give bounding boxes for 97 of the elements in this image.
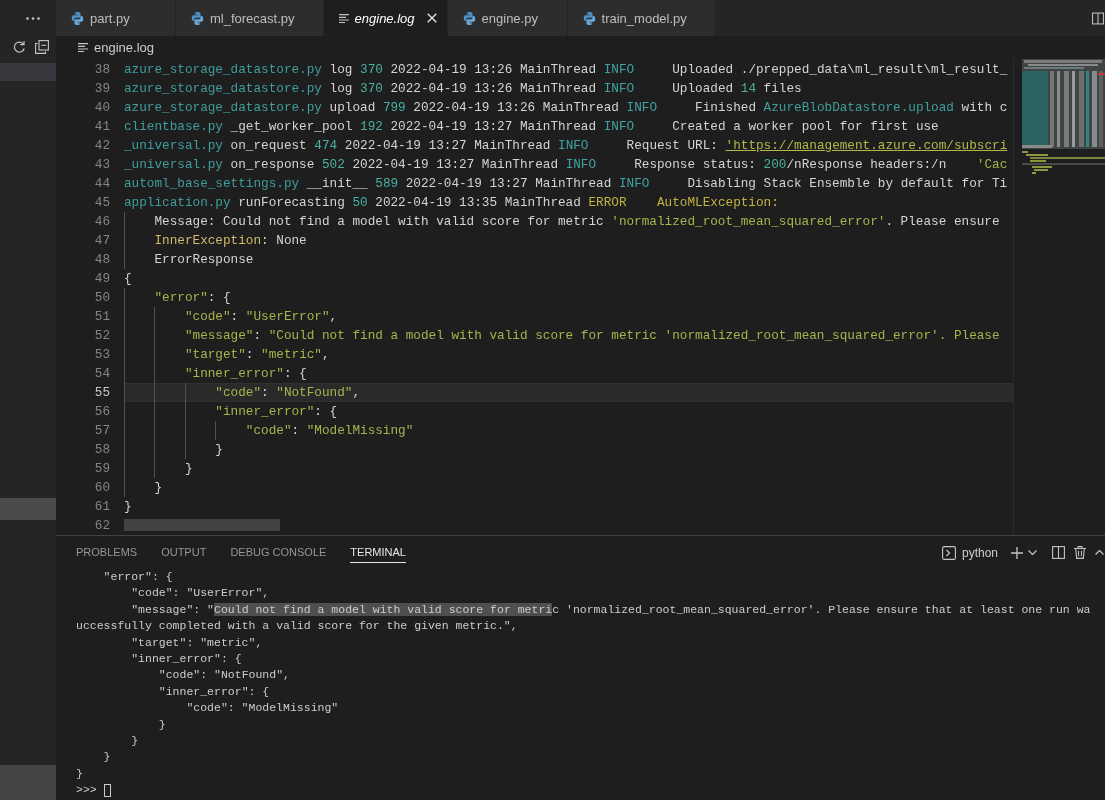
line-number: 52: [93, 327, 111, 345]
line-number: 49: [93, 270, 111, 288]
python-file-icon: [462, 11, 476, 25]
python-file-icon: [582, 11, 596, 25]
row-highlight: [0, 498, 56, 520]
line-number: 59: [93, 460, 111, 478]
code-line: "code": "ModelMissing": [245, 422, 414, 440]
text-lines-icon: [78, 42, 88, 52]
breadcrumb-item[interactable]: engine.log: [94, 39, 154, 55]
line-number: 61: [93, 498, 111, 516]
chevron-down-icon[interactable]: [1028, 550, 1037, 555]
editor-tab[interactable]: engine.log: [323, 0, 448, 36]
line-number: 39: [93, 80, 111, 98]
cursor-icon: [103, 783, 111, 797]
line-number: 43: [93, 156, 111, 174]
terminal-line: }: [131, 732, 139, 749]
refresh-icon[interactable]: [12, 39, 26, 54]
panel-tab[interactable]: OUTPUT: [161, 542, 207, 563]
editor-tab[interactable]: engine.py: [447, 0, 568, 36]
editor-tab[interactable]: part.py: [56, 0, 176, 36]
terminal-line: }: [158, 716, 166, 733]
code-line: automl_base_settings.py __init__ 589 2022-04-19 13:27 MainThread INFO Disabling Stack Ensemble by default for Ti: [124, 175, 1008, 193]
line-number: 58: [93, 441, 111, 459]
line-number: 40: [93, 99, 111, 117]
row-highlight: [0, 63, 56, 81]
terminal-line: "inner_error": {: [131, 650, 242, 667]
line-number: 47: [93, 232, 111, 250]
terminal-line: "code": "ModelMissing": [186, 700, 339, 717]
line-number: 53: [93, 346, 111, 364]
line-number: 44: [93, 175, 111, 193]
terminal-dropdown[interactable]: python: [941, 545, 998, 560]
row-highlight: [0, 765, 56, 800]
code-line: }: [215, 441, 223, 459]
scrollbar-thumb[interactable]: [124, 519, 280, 531]
python-file-icon: [191, 11, 204, 25]
terminal-line: }: [76, 765, 83, 782]
split-editor-icon[interactable]: [1092, 11, 1104, 25]
code-line: "inner_error": {: [215, 403, 338, 421]
line-number: 42: [93, 137, 111, 155]
terminal-line: "code": "NotFound",: [158, 667, 290, 684]
line-number: 55: [93, 384, 111, 402]
terminal-line: "error": {: [103, 569, 173, 585]
code-line: clientbase.py _get_worker_pool 192 2022-04-19 13:27 MainThread INFO Created a worker pool for first use: [124, 118, 939, 136]
code-line: _universal.py on_request 474 2022-04-19 13:27 MainThread INFO Request URL: 'https://management.azure.com/subscri: [124, 137, 1008, 155]
code-line: InnerException: None: [154, 232, 307, 250]
trash-icon[interactable]: [1074, 546, 1086, 559]
terminal-line: "target": "metric",: [131, 634, 263, 651]
panel-tab[interactable]: PROBLEMS: [76, 542, 138, 563]
collapse-all-icon[interactable]: [35, 39, 49, 54]
close-icon[interactable]: [426, 13, 437, 23]
line-number: 45: [93, 194, 111, 212]
code-line: azure_storage_datastore.py log 370 2022-04-19 13:26 MainThread INFO Uploaded ./prepped_data\ml_result\ml_result_: [124, 61, 1008, 79]
line-number: 60: [93, 479, 111, 497]
code-line: }: [154, 479, 163, 497]
line-number: 50: [93, 289, 111, 307]
terminal-line: }: [103, 749, 111, 766]
terminal-line: "code": "UserError",: [131, 585, 270, 602]
code-line: "code": "UserError",: [184, 308, 338, 326]
terminal-line: uccessfully completed with a valid score for the given metric.",: [76, 618, 518, 635]
terminal-line: "message": "Could not find a model with valid score for metric 'normalized_root_mean_squared_error'. Please ensure that at least one run wa: [131, 601, 1091, 618]
line-number: 56: [93, 403, 111, 421]
terminal-line: "inner_error": {: [158, 683, 270, 700]
text-lines-icon: [338, 13, 349, 23]
code-line: "inner_error": {: [184, 365, 307, 383]
plus-icon[interactable]: [1011, 546, 1023, 559]
line-number: 38: [93, 61, 111, 79]
terminal-icon: [941, 545, 956, 560]
code-line: _universal.py on_response 502 2022-04-19 13:27 MainThread INFO Response status: 200/nResponse headers:/n 'Cac: [124, 156, 1008, 174]
python-file-icon: [71, 11, 84, 25]
terminal-prompt: >>>: [76, 782, 97, 799]
editor-tab[interactable]: ml_forecast.py: [176, 0, 324, 36]
code-line: azure_storage_datastore.py log 370 2022-04-19 13:26 MainThread INFO Uploaded 14 files: [124, 80, 802, 98]
code-line: "code": "NotFound",: [215, 384, 361, 402]
code-line: Message: Could not find a model with valid score for metric 'normalized_root_mean_squared_error'. Please ensure: [154, 213, 1000, 231]
line-number: 62: [93, 517, 111, 535]
line-number: 46: [93, 213, 111, 231]
line-number: 41: [93, 118, 111, 136]
code-line: "message": "Could not find a model with valid score for metric 'normalized_root_mean_squared_error'. Please: [184, 327, 1000, 345]
code-line: }: [184, 460, 193, 478]
code-line: ErrorResponse: [154, 251, 254, 269]
code-line: }: [124, 498, 132, 516]
line-number: 57: [93, 422, 111, 440]
line-number: 48: [93, 251, 111, 269]
line-number: 51: [93, 308, 111, 326]
line-number: 54: [93, 365, 111, 383]
code-line: application.py runForecasting 50 2022-04-19 13:35 MainThread ERROR AutoMLException:: [124, 194, 779, 212]
code-line: azure_storage_datastore.py upload 799 2022-04-19 13:26 MainThread INFO Finished AzureBlobDatastore.upload with c: [124, 99, 1008, 117]
panel-tab[interactable]: DEBUG CONSOLE: [230, 542, 327, 563]
chevron-up-icon[interactable]: [1095, 550, 1104, 555]
code-line: {: [124, 270, 132, 288]
panel-tab[interactable]: TERMINAL: [350, 542, 406, 563]
code-line: "error": {: [154, 289, 231, 307]
minimap-drawing[interactable]: [1022, 59, 1105, 175]
split-icon[interactable]: [1052, 546, 1065, 559]
code-line: "target": "metric",: [184, 346, 330, 364]
editor-tab[interactable]: train_model.py: [567, 0, 716, 36]
more-icon[interactable]: [26, 16, 40, 20]
